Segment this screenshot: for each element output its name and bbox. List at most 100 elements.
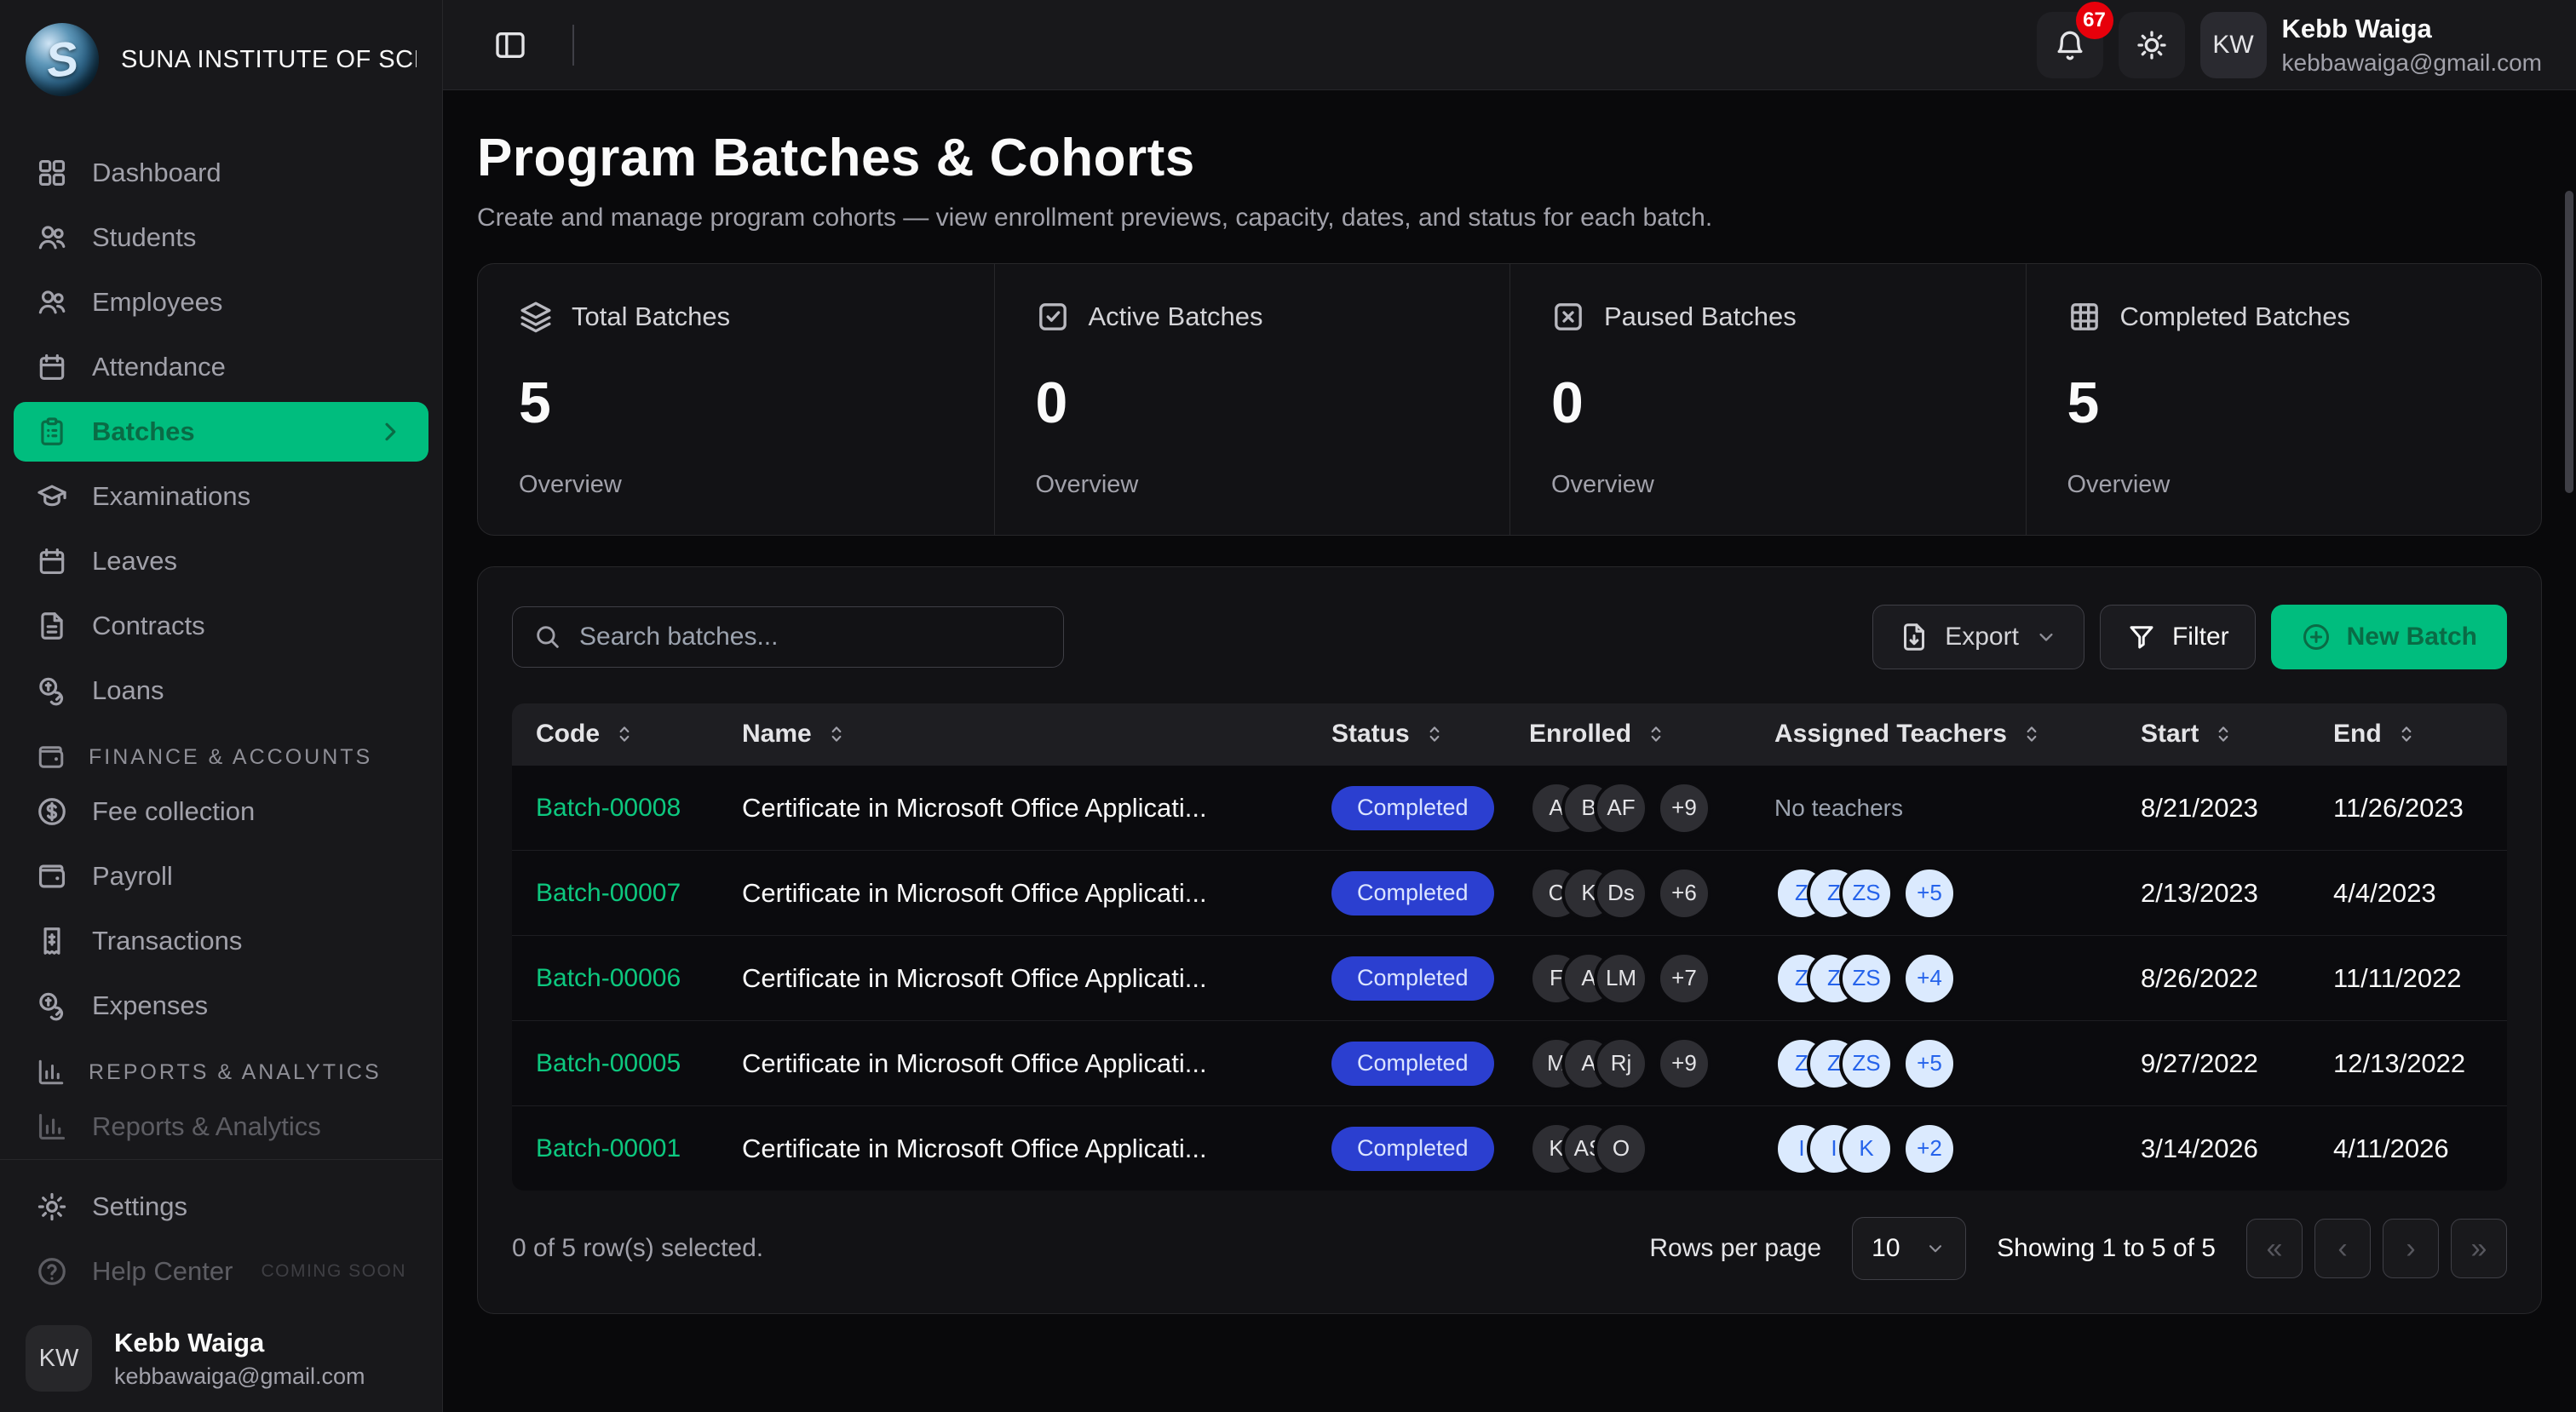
sidebar-item-examinations[interactable]: Examinations [14, 467, 428, 526]
status-badge: Completed [1331, 871, 1494, 916]
sidebar-item-label: Expenses [92, 990, 208, 1021]
enrolled-avatars: KASO [1529, 1122, 1648, 1176]
column-header-start[interactable]: Start [2117, 720, 2309, 749]
column-label: End [2333, 720, 2382, 749]
avatar-overflow-count: +4 [1902, 951, 1957, 1006]
topbar-user: Kebb Waiga kebbawaiga@gmail.com [2282, 14, 2542, 77]
stat-card-total-batches: Total Batches5Overview [478, 264, 994, 535]
avatar: ZS [1839, 1036, 1894, 1091]
export-button[interactable]: Export [1872, 605, 2084, 669]
sidebar-item-label: Dashboard [92, 158, 221, 188]
sidebar-item-expenses[interactable]: Expenses [14, 976, 428, 1036]
table-row[interactable]: Batch-00005Certificate in Microsoft Offi… [512, 1020, 2507, 1105]
enrolled-avatars: MARj+9 [1529, 1036, 1711, 1091]
sidebar-item-loans[interactable]: Loans [14, 661, 428, 720]
prev-page-button[interactable]: ‹ [2314, 1219, 2371, 1278]
sidebar-item-payroll[interactable]: Payroll [14, 847, 428, 906]
sidebar-section-header: REPORTS & ANALYTICS [14, 1048, 428, 1097]
users-icon [36, 286, 68, 319]
panel-left-icon [493, 28, 527, 62]
table-row[interactable]: Batch-00001Certificate in Microsoft Offi… [512, 1105, 2507, 1191]
clipboard-icon [36, 416, 68, 448]
search-input[interactable] [579, 623, 1043, 651]
stat-header: Total Batches [519, 300, 953, 334]
scrollbar-thumb[interactable] [2565, 191, 2573, 493]
stat-value: 5 [519, 370, 953, 436]
column-header-assigned-teachers[interactable]: Assigned Teachers [1751, 720, 2117, 749]
coming-soon-badge: COMING SOON [261, 1261, 406, 1282]
sidebar-item-dashboard[interactable]: Dashboard [14, 143, 428, 203]
theme-toggle-button[interactable] [2119, 12, 2185, 78]
sidebar-item-help-center[interactable]: Help Center COMING SOON [14, 1242, 428, 1301]
batch-name: Certificate in Microsoft Office Applicat… [718, 1134, 1308, 1164]
status-cell: Completed [1308, 871, 1505, 916]
grid-icon [36, 157, 68, 189]
batch-name: Certificate in Microsoft Office Applicat… [718, 963, 1308, 994]
sidebar-section-header: FINANCE & ACCOUNTS [14, 732, 428, 782]
sidebar-item-attendance[interactable]: Attendance [14, 337, 428, 397]
table-row[interactable]: Batch-00007Certificate in Microsoft Offi… [512, 850, 2507, 935]
sidebar-item-students[interactable]: Students [14, 208, 428, 267]
sidebar-item-settings[interactable]: Settings [14, 1177, 428, 1237]
sidebar-item-leaves[interactable]: Leaves [14, 531, 428, 591]
teacher-avatars: ZZZS+5 [1774, 866, 1957, 921]
sidebar-item-label: Batches [92, 416, 195, 447]
column-header-enrolled[interactable]: Enrolled [1505, 720, 1751, 749]
sidebar-item-transactions[interactable]: Transactions [14, 911, 428, 971]
rows-per-page-select[interactable]: 10 [1852, 1217, 1966, 1280]
new-batch-button[interactable]: New Batch [2271, 605, 2507, 669]
batch-code-link[interactable]: Batch-00008 [512, 794, 718, 823]
stat-header: Paused Batches [1551, 300, 1985, 334]
enrolled-cell: CKDs+6 [1505, 866, 1751, 921]
table-row[interactable]: Batch-00008Certificate in Microsoft Offi… [512, 765, 2507, 850]
sort-icon [1423, 723, 1446, 745]
sidebar-item-label: Loans [92, 675, 164, 706]
sidebar-item-fee-collection[interactable]: Fee collection [14, 782, 428, 841]
sidebar-item-contracts[interactable]: Contracts [14, 596, 428, 656]
column-header-code[interactable]: Code [512, 720, 718, 749]
notification-count-badge: 67 [2076, 2, 2113, 39]
start-date: 9/27/2022 [2117, 1048, 2309, 1079]
column-header-end[interactable]: End [2309, 720, 2507, 749]
profile-email: kebbawaiga@gmail.com [114, 1363, 365, 1390]
page-title: Program Batches & Cohorts [477, 128, 2542, 188]
notifications-button[interactable]: 67 [2037, 12, 2103, 78]
sidebar-item-batches[interactable]: Batches [14, 402, 428, 462]
next-page-button[interactable]: › [2383, 1219, 2439, 1278]
batch-code-link[interactable]: Batch-00005 [512, 1049, 718, 1078]
app-root: S SUNA INSTITUTE OF SCI... DashboardStud… [0, 0, 2576, 1412]
avatar[interactable]: KW [2200, 12, 2267, 78]
stat-header: Completed Batches [2067, 300, 2501, 334]
sidebar-item-employees[interactable]: Employees [14, 273, 428, 332]
export-label: Export [1945, 623, 2019, 651]
sidebar-item-label: Leaves [92, 546, 177, 577]
page-content: Program Batches & Cohorts Create and man… [443, 90, 2576, 1412]
column-label: Name [742, 720, 812, 749]
batch-code-link[interactable]: Batch-00007 [512, 879, 718, 908]
stat-footer: Overview [1551, 471, 1985, 499]
enrolled-cell: KASO [1505, 1122, 1751, 1176]
avatar: Rj [1594, 1036, 1648, 1091]
file-download-icon [1899, 622, 1929, 652]
sidebar-item-reports-analytics[interactable]: Reports & Analytics [14, 1097, 428, 1157]
status-badge: Completed [1331, 786, 1494, 830]
sort-icon [2212, 723, 2234, 745]
first-page-button[interactable]: « [2246, 1219, 2303, 1278]
brand-logo: S [26, 23, 99, 96]
column-header-status[interactable]: Status [1308, 720, 1505, 749]
batch-code-link[interactable]: Batch-00006 [512, 964, 718, 993]
column-header-name[interactable]: Name [718, 720, 1308, 749]
last-page-button[interactable]: » [2451, 1219, 2507, 1278]
new-batch-label: New Batch [2347, 623, 2477, 651]
square-x-icon [1551, 300, 1585, 334]
filter-button[interactable]: Filter [2100, 605, 2256, 669]
sidebar-toggle-button[interactable] [477, 12, 543, 78]
sidebar-profile[interactable]: KW Kebb Waiga kebbawaiga@gmail.com [14, 1325, 428, 1392]
sidebar-item-label: Settings [92, 1191, 187, 1222]
status-cell: Completed [1308, 786, 1505, 830]
batch-code-link[interactable]: Batch-00001 [512, 1134, 718, 1163]
avatar: O [1594, 1122, 1648, 1176]
table-row[interactable]: Batch-00006Certificate in Microsoft Offi… [512, 935, 2507, 1020]
stat-card-paused-batches: Paused Batches0Overview [1509, 264, 2026, 535]
avatar-overflow-count: +5 [1902, 866, 1957, 921]
